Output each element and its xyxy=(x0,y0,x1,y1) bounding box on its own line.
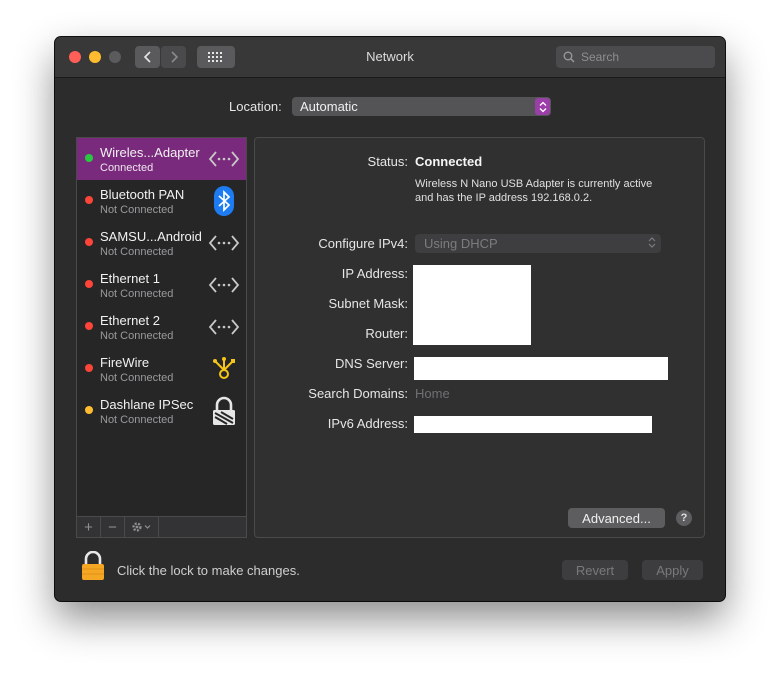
ethernet-arrows-icon xyxy=(208,270,240,300)
status-value: Connected xyxy=(415,154,483,169)
service-item[interactable]: Bluetooth PAN Not Connected xyxy=(77,180,246,222)
status-dot-icon xyxy=(85,154,93,162)
service-item[interactable]: Ethernet 2 Not Connected xyxy=(77,306,246,348)
service-name: Bluetooth PAN xyxy=(100,187,185,202)
ethernet-arrows-icon xyxy=(208,144,240,174)
router-label: Router: xyxy=(365,326,408,341)
service-list-toolbar: + − xyxy=(77,516,246,537)
service-status: Not Connected xyxy=(100,414,174,426)
service-item[interactable]: FireWire Not Connected xyxy=(77,348,246,390)
service-name: SAMSU...Android xyxy=(100,229,202,244)
location-value: Automatic xyxy=(300,99,358,114)
dns-server-label: DNS Server: xyxy=(335,356,408,371)
location-select[interactable]: Automatic xyxy=(292,97,551,116)
status-dot-icon xyxy=(85,196,93,204)
configure-ipv4-value: Using DHCP xyxy=(424,236,498,251)
redacted-ip-values xyxy=(413,265,531,345)
service-status: Not Connected xyxy=(100,330,174,342)
vpn-lock-icon xyxy=(208,396,240,426)
service-item[interactable]: Wireles...Adapter Connected xyxy=(77,138,246,180)
search-field[interactable] xyxy=(556,46,715,68)
lock-icon[interactable] xyxy=(81,550,105,586)
remove-service-button[interactable]: − xyxy=(101,517,125,537)
status-description: Wireless N Nano USB Adapter is currently… xyxy=(415,178,653,204)
title-bar: Network xyxy=(55,37,725,78)
status-dot-icon xyxy=(85,280,93,288)
service-status: Not Connected xyxy=(100,246,174,258)
status-dot-icon xyxy=(85,238,93,246)
service-list: Wireles...Adapter Connected Bluetooth PAN N… xyxy=(76,137,247,538)
service-status: Connected xyxy=(100,162,154,174)
lock-message: Click the lock to make changes. xyxy=(117,563,300,578)
redacted-ipv6-value xyxy=(414,416,652,433)
search-domains-value: Home xyxy=(415,386,450,401)
service-status: Not Connected xyxy=(100,288,174,300)
status-dot-icon xyxy=(85,364,93,372)
service-name: FireWire xyxy=(100,355,150,370)
ip-address-label: IP Address: xyxy=(341,266,408,281)
service-item[interactable]: SAMSU...Android Not Connected xyxy=(77,222,246,264)
ipv6-address-label: IPv6 Address: xyxy=(327,416,408,431)
advanced-button[interactable]: Advanced... xyxy=(568,508,665,528)
select-stepper-icon xyxy=(648,236,656,252)
bluetooth-icon xyxy=(208,186,240,216)
gear-icon xyxy=(131,522,150,532)
service-details-panel: Status: Connected Wireless N Nano USB Ad… xyxy=(254,137,705,538)
service-status: Not Connected xyxy=(100,372,174,384)
service-status: Not Connected xyxy=(100,204,174,216)
revert-button[interactable]: Revert xyxy=(562,560,628,580)
search-domains-label: Search Domains: xyxy=(308,386,408,401)
configure-ipv4-label: Configure IPv4: xyxy=(318,236,408,251)
subnet-mask-label: Subnet Mask: xyxy=(328,296,409,311)
status-label: Status: xyxy=(367,154,408,169)
network-preferences-window: Network Location: Automatic Wireles...Ad… xyxy=(55,37,725,601)
search-icon xyxy=(559,51,579,63)
ethernet-arrows-icon xyxy=(208,228,240,258)
redacted-dns-value xyxy=(414,357,668,380)
location-label: Location: xyxy=(229,99,282,114)
search-input[interactable] xyxy=(579,49,713,65)
service-name: Wireles...Adapter xyxy=(100,145,200,160)
status-dot-icon xyxy=(85,406,93,414)
service-name: Ethernet 2 xyxy=(100,313,160,328)
add-service-button[interactable]: + xyxy=(77,517,101,537)
configure-ipv4-select: Using DHCP xyxy=(415,234,661,253)
service-item[interactable]: Dashlane IPSec Not Connected xyxy=(77,390,246,432)
service-name: Dashlane IPSec xyxy=(100,397,194,412)
firewire-icon xyxy=(208,354,240,384)
apply-button[interactable]: Apply xyxy=(642,560,703,580)
ethernet-arrows-icon xyxy=(208,312,240,342)
status-dot-icon xyxy=(85,322,93,330)
service-item[interactable]: Ethernet 1 Not Connected xyxy=(77,264,246,306)
service-name: Ethernet 1 xyxy=(100,271,160,286)
help-button[interactable]: ? xyxy=(676,510,692,526)
service-actions-button[interactable] xyxy=(125,517,159,537)
select-stepper-icon xyxy=(535,98,550,115)
